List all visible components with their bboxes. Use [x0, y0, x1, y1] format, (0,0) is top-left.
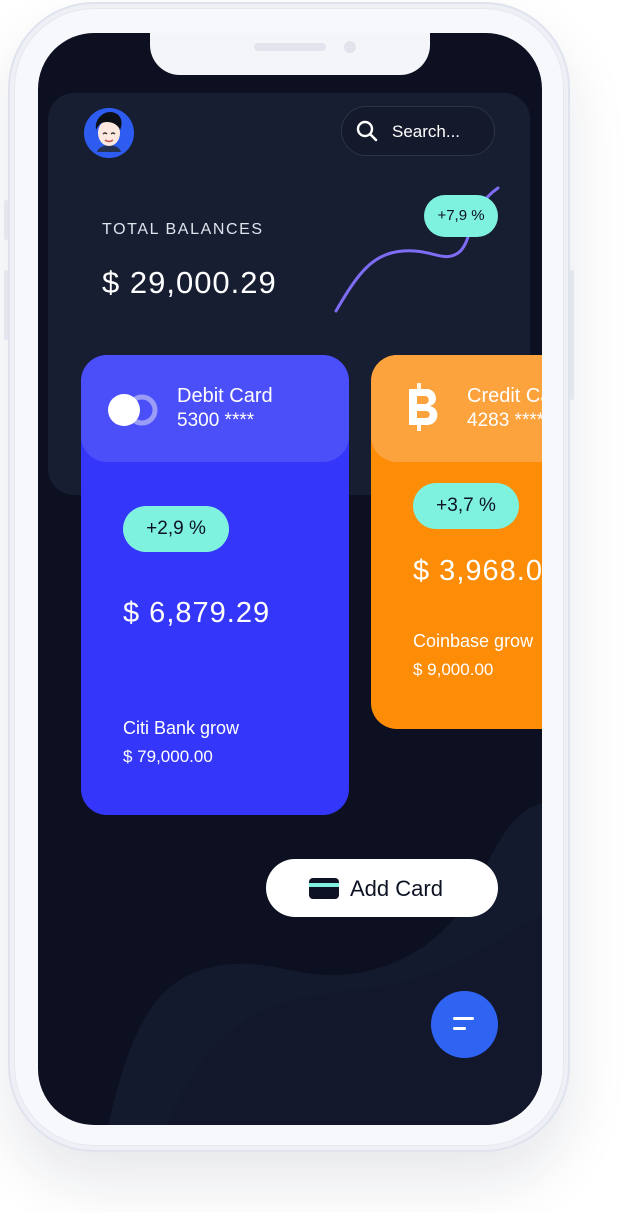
mastercard-icon	[108, 394, 158, 426]
search-placeholder: Search...	[392, 122, 461, 141]
menu-icon	[453, 1017, 474, 1020]
card-type: Credit Card	[467, 385, 542, 407]
card-header	[371, 355, 542, 462]
user-avatar[interactable]	[84, 108, 134, 158]
total-balance-label: TOTAL BALANCES	[102, 221, 264, 238]
card-bank-name: Citi Bank grow	[123, 718, 240, 738]
card-amount: $ 6,879.29	[123, 597, 271, 629]
card-amount: $ 3,968.00	[413, 555, 542, 587]
credit-card[interactable]: Credit Card 4283 **** +3,7 % $ 3,968.00 …	[371, 355, 542, 729]
phone-side-button	[4, 200, 8, 240]
card-change-badge: +3,7 %	[413, 483, 519, 529]
phone-side-button	[570, 270, 574, 400]
debit-card[interactable]: Debit Card 5300 **** +2,9 % $ 6,879.29 C…	[81, 355, 349, 815]
menu-icon	[453, 1027, 466, 1030]
card-bank-value: $ 79,000.00	[123, 747, 213, 766]
phone-side-button	[4, 270, 8, 340]
menu-fab-button[interactable]	[431, 991, 498, 1058]
card-bank-value: $ 9,000.00	[413, 660, 494, 679]
card-bank-name: Coinbase grow	[413, 631, 534, 651]
card-number: 5300 ****	[177, 410, 255, 431]
credit-card-icon	[309, 878, 339, 899]
search-icon	[356, 120, 378, 142]
add-card-label: Add Card	[350, 876, 443, 901]
card-number: 4283 ****	[467, 410, 542, 431]
search-bar[interactable]: Search...	[341, 106, 495, 156]
phone-notch	[150, 33, 430, 75]
balance-trend-badge: +7,9 %	[424, 195, 498, 237]
card-change-badge: +2,9 %	[123, 506, 229, 552]
total-balance-value: $ 29,000.29	[102, 265, 277, 300]
avatar-face-icon	[84, 108, 134, 158]
bitcoin-icon	[409, 383, 438, 431]
card-type: Debit Card	[177, 385, 273, 407]
app-screen: Search... TOTAL BALANCES $ 29,000.29 +7,…	[38, 33, 542, 1125]
add-card-button[interactable]: Add Card	[266, 859, 498, 917]
